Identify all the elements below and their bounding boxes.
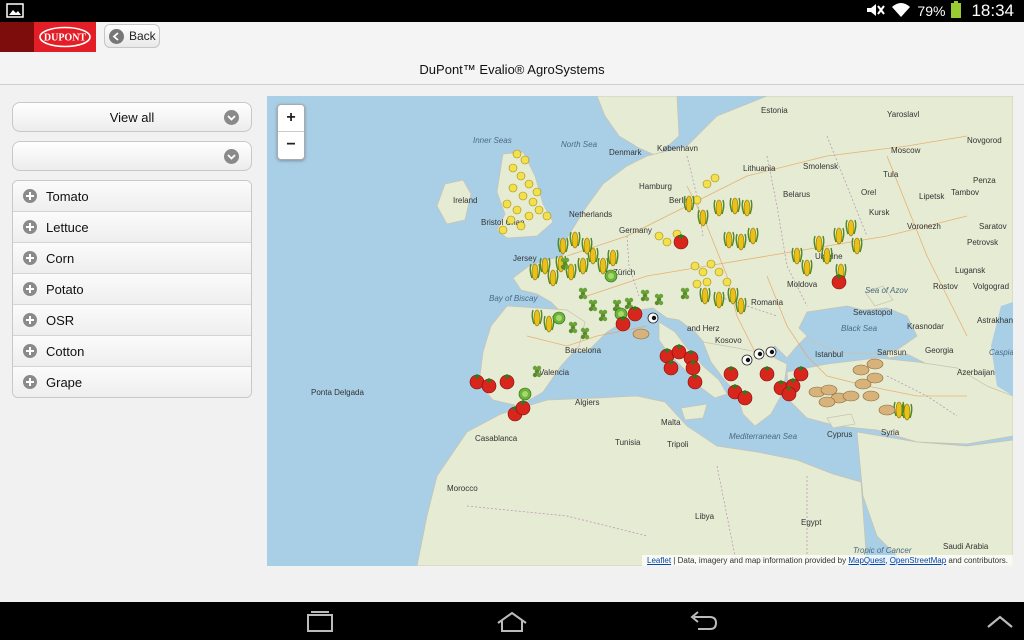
corn-marker-cluster[interactable] [529,195,913,421]
zoom-in-button[interactable]: + [278,105,304,132]
recent-apps-icon[interactable] [304,611,336,633]
crop-item-corn[interactable]: Corn [13,243,251,274]
plus-icon [23,189,37,203]
crop-list: Tomato Lettuce Corn Potato OSR Cotton Gr… [12,180,252,398]
crop-item-cotton[interactable]: Cotton [13,336,251,367]
crop-markers-layer [469,149,913,422]
home-icon[interactable] [496,611,528,633]
leaflet-link[interactable]: Leaflet [647,556,671,565]
openstreetmap-link[interactable]: OpenStreetMap [890,556,946,565]
crop-item-tomato[interactable]: Tomato [13,181,251,212]
crop-item-lettuce[interactable]: Lettuce [13,212,251,243]
view-select[interactable]: View all [12,102,252,132]
zoom-out-button[interactable]: − [278,132,304,158]
plus-icon [23,251,37,265]
plus-icon [23,313,37,327]
app-header: DUPONT Back DuPont™ Evalio® AgroSystems [0,22,1024,85]
attribution-end: and contributors. [946,556,1008,565]
battery-percent: 79% [917,3,946,19]
plus-icon [23,282,37,296]
page-title: DuPont™ Evalio® AgroSystems [419,62,605,77]
crop-label: Potato [46,281,84,297]
back-label: Back [129,29,156,43]
chevron-up-icon[interactable] [984,611,1016,633]
view-select-value: View all [109,109,155,125]
attribution-text: | Data, imagery and map information prov… [671,556,849,565]
crop-label: Lettuce [46,219,89,235]
dupont-logo: DUPONT [0,22,96,52]
plus-icon [23,220,37,234]
crop-label: Corn [46,250,75,266]
mute-icon [865,2,886,21]
crop-label: Cotton [46,343,85,359]
crop-label: OSR [46,312,75,328]
chevron-left-icon [109,28,124,44]
lettuce-marker-cluster[interactable] [518,269,628,401]
plus-icon [23,344,37,358]
secondary-select[interactable] [12,141,252,171]
crop-item-osr[interactable]: OSR [13,305,251,336]
plus-icon [23,375,37,389]
chevron-down-icon [224,149,239,164]
crop-item-grape[interactable]: Grape [13,367,251,397]
back-nav-icon[interactable] [688,611,720,633]
wifi-icon [891,2,911,21]
map-view[interactable]: Inner Seas North Sea Ireland Bristol Cha… [267,96,1013,566]
crop-label: Tomato [46,188,89,204]
crop-item-potato[interactable]: Potato [13,274,251,305]
clock: 18:34 [971,1,1014,20]
chevron-down-icon [224,110,239,125]
image-icon [6,3,24,18]
mapquest-link[interactable]: MapQuest [848,556,885,565]
crop-label: Grape [46,374,83,390]
zoom-control: + − [277,104,305,160]
status-bar: 79% 18:34 [0,0,1024,22]
system-nav-bar [0,602,1024,640]
crop-filter-panel: View all Tomato Lettuce Corn Potato OSR … [12,102,252,398]
back-button[interactable]: Back [104,24,160,48]
map-attribution: Leaflet | Data, imagery and map informat… [642,555,1013,566]
svg-text:DUPONT: DUPONT [44,33,87,44]
battery-icon [951,1,962,21]
